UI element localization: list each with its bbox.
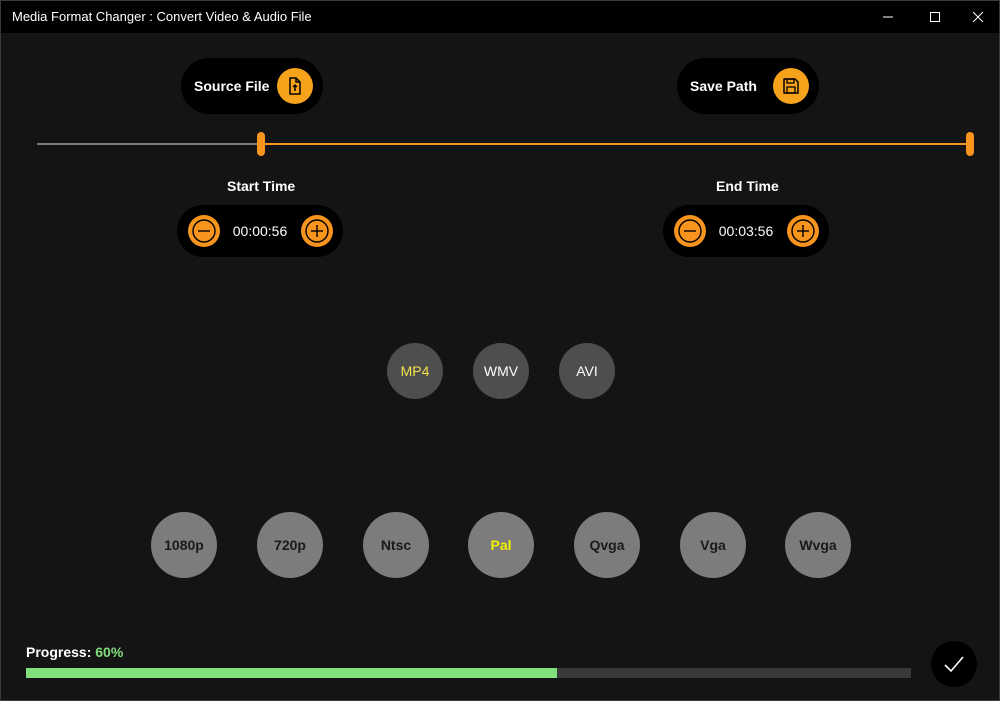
resolution-qvga-button[interactable]: Qvga bbox=[574, 512, 640, 578]
range-end-thumb[interactable] bbox=[966, 132, 974, 156]
range-track-unselected bbox=[37, 143, 262, 145]
resolution-label: Wvga bbox=[799, 537, 837, 553]
format-label: AVI bbox=[576, 363, 598, 379]
end-time-increment-button[interactable] bbox=[787, 215, 819, 247]
format-wmv-button[interactable]: WMV bbox=[473, 343, 529, 399]
start-time-stepper: 00:00:56 bbox=[177, 205, 343, 257]
plus-icon bbox=[791, 219, 815, 243]
format-label: WMV bbox=[483, 363, 519, 379]
format-avi-button[interactable]: AVI bbox=[559, 343, 615, 399]
start-time-increment-button[interactable] bbox=[301, 215, 333, 247]
minimize-button[interactable] bbox=[865, 1, 911, 33]
resolution-label: 1080p bbox=[164, 537, 204, 553]
resolution-label: 720p bbox=[274, 537, 306, 553]
resolution-label: Ntsc bbox=[380, 537, 412, 553]
progress-label-text: Progress: bbox=[26, 644, 92, 660]
maximize-icon bbox=[930, 12, 940, 22]
resolution-wvga-button[interactable]: Wvga bbox=[785, 512, 851, 578]
range-track-selected bbox=[261, 143, 971, 145]
range-start-thumb[interactable] bbox=[257, 132, 266, 156]
save-disk-icon bbox=[773, 68, 809, 104]
file-upload-icon bbox=[277, 68, 313, 104]
plus-icon bbox=[305, 219, 329, 243]
title-bar: Media Format Changer : Convert Video & A… bbox=[1, 1, 999, 33]
format-mp4-button[interactable]: MP4 bbox=[387, 343, 443, 399]
format-label: MP4 bbox=[400, 363, 430, 379]
close-icon bbox=[972, 11, 984, 23]
resolution-vga-button[interactable]: Vga bbox=[680, 512, 746, 578]
start-time-label: Start Time bbox=[227, 178, 296, 194]
source-file-label: Source File bbox=[194, 78, 270, 94]
convert-confirm-button[interactable] bbox=[931, 641, 977, 687]
checkmark-icon bbox=[944, 656, 964, 673]
resolution-label: Pal bbox=[490, 537, 512, 553]
save-path-button[interactable]: Save Path bbox=[677, 58, 819, 114]
maximize-button[interactable] bbox=[912, 1, 958, 33]
resolution-720p-button[interactable]: 720p bbox=[257, 512, 323, 578]
window-title: Media Format Changer : Convert Video & A… bbox=[12, 9, 312, 24]
minimize-icon bbox=[883, 16, 893, 18]
progress-bar bbox=[26, 668, 911, 678]
close-button[interactable] bbox=[955, 1, 1000, 33]
resolution-ntsc-button[interactable]: Ntsc bbox=[363, 512, 429, 578]
progress-value: 60% bbox=[95, 644, 124, 660]
end-time-label: End Time bbox=[716, 178, 779, 194]
progress-label: Progress: 60% bbox=[26, 644, 123, 660]
source-file-button[interactable]: Source File bbox=[181, 58, 323, 114]
progress-bar-fill bbox=[26, 668, 557, 678]
end-time-stepper: 00:03:56 bbox=[663, 205, 829, 257]
resolution-label: Vga bbox=[700, 537, 726, 553]
app-window: Media Format Changer : Convert Video & A… bbox=[0, 0, 1000, 701]
resolution-1080p-button[interactable]: 1080p bbox=[151, 512, 217, 578]
resolution-label: Qvga bbox=[589, 537, 625, 553]
save-path-label: Save Path bbox=[690, 78, 757, 94]
resolution-pal-button[interactable]: Pal bbox=[468, 512, 534, 578]
